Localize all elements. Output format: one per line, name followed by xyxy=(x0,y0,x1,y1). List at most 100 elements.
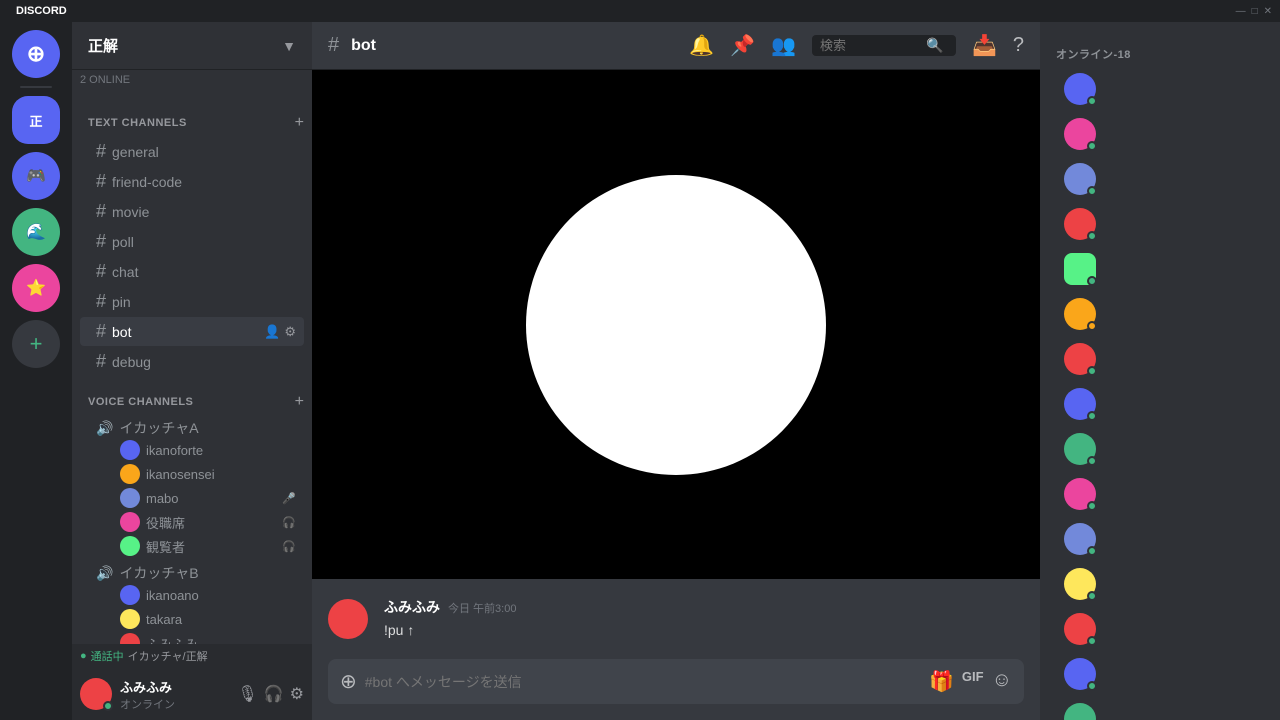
avatar xyxy=(1064,523,1096,555)
channel-poll[interactable]: # poll xyxy=(80,227,304,256)
member-item[interactable] xyxy=(1048,67,1272,111)
settings-icon[interactable]: ⚙ xyxy=(284,324,296,340)
avatar xyxy=(1064,208,1096,240)
voice-channel-header[interactable]: 🔊 イカッチャB xyxy=(96,563,296,583)
channel-header: # bot 🔔 📌 👥 🔍 📥 ? xyxy=(312,22,1040,70)
server-icon-add[interactable]: + xyxy=(12,320,60,368)
text-channels-header[interactable]: TEXT CHANNELS + xyxy=(72,98,312,136)
member-item[interactable] xyxy=(1048,517,1272,561)
member-item[interactable] xyxy=(1048,202,1272,246)
avatar xyxy=(1064,298,1096,330)
voice-member[interactable]: mabo 🎤 xyxy=(96,486,296,510)
voice-channels-header[interactable]: VOICE CHANNELS + xyxy=(72,377,312,415)
voice-member[interactable]: takara xyxy=(96,607,296,631)
member-item[interactable] xyxy=(1048,697,1272,720)
hash-icon: # xyxy=(96,201,106,222)
member-name: ikanosensei xyxy=(146,467,296,482)
bell-icon[interactable]: 🔔 xyxy=(689,33,714,58)
search-bar[interactable]: 🔍 xyxy=(812,35,956,56)
server-icon-2[interactable]: 🎮 xyxy=(12,152,60,200)
mic-button[interactable]: 🎙 xyxy=(237,684,257,704)
member-item[interactable] xyxy=(1048,382,1272,426)
search-input[interactable] xyxy=(820,38,920,53)
server-icon-4[interactable]: ⭐ xyxy=(12,264,60,312)
avatar xyxy=(1064,253,1096,285)
chevron-down-icon: ▼ xyxy=(282,38,296,54)
avatar xyxy=(1064,478,1096,510)
server-icon-main[interactable]: 正 xyxy=(12,96,60,144)
member-item[interactable] xyxy=(1048,337,1272,381)
message-content: ふみふみ 今日 午前3:00 !pu ↑ xyxy=(384,597,1024,641)
header-icons: 🔔 📌 👥 🔍 📥 ? xyxy=(689,33,1024,58)
voice-icon: 🔊 xyxy=(96,420,113,437)
message-username: ふみふみ xyxy=(384,597,440,617)
voice-member[interactable]: ikanoforte xyxy=(96,438,296,462)
message-text: !pu ↑ xyxy=(384,621,1024,641)
channel-movie[interactable]: # movie xyxy=(80,197,304,226)
deafen-icon: 🎧 xyxy=(282,516,296,529)
members-icon[interactable]: 👥 xyxy=(771,33,796,58)
channel-name: debug xyxy=(112,354,296,370)
settings-button[interactable]: ⚙ xyxy=(290,684,304,704)
avatar xyxy=(1064,388,1096,420)
voice-member[interactable]: 観覧者 🎧 xyxy=(96,534,296,558)
voice-status-text: 通話中 xyxy=(91,648,124,664)
plus-icon[interactable]: ⊕ xyxy=(340,659,357,704)
status-dot xyxy=(1087,501,1097,511)
channel-name: pin xyxy=(112,294,296,310)
server-list: ⊕ 正 🎮 🌊 ⭐ + xyxy=(0,22,72,720)
channel-general[interactable]: # general xyxy=(80,137,304,166)
voice-member[interactable]: 役職席 🎧 xyxy=(96,510,296,534)
status-dot xyxy=(1087,636,1097,646)
help-icon[interactable]: ? xyxy=(1013,34,1024,57)
channel-chat[interactable]: # chat xyxy=(80,257,304,286)
member-item[interactable] xyxy=(1048,607,1272,651)
add-voice-channel-button[interactable]: + xyxy=(295,393,304,411)
channel-pin[interactable]: # pin xyxy=(80,287,304,316)
member-item[interactable] xyxy=(1048,247,1272,291)
avatar xyxy=(1064,568,1096,600)
status-dot xyxy=(1087,96,1097,106)
voice-channel-header[interactable]: 🔊 イカッチャA xyxy=(96,418,296,438)
gift-icon[interactable]: 🎁 xyxy=(929,659,954,704)
channel-debug[interactable]: # debug xyxy=(80,347,304,376)
voice-member[interactable]: ikanoano xyxy=(96,583,296,607)
discord-home-icon[interactable]: ⊕ xyxy=(12,30,60,78)
message-input[interactable] xyxy=(365,663,921,701)
server-name: 正解 xyxy=(88,35,118,56)
pin-icon[interactable]: 📌 xyxy=(730,33,755,58)
emoji-icon[interactable]: ☺ xyxy=(992,659,1012,704)
voice-member[interactable]: ikanosensei xyxy=(96,462,296,486)
user-area: ● 通話中 イカッチャ/正解 ふみふみ オンライン 🎙 🎧 ⚙ xyxy=(72,644,312,720)
channel-friend-code[interactable]: # friend-code xyxy=(80,167,304,196)
chat-area xyxy=(312,70,1040,579)
member-item[interactable] xyxy=(1048,652,1272,696)
member-item[interactable] xyxy=(1048,292,1272,336)
gif-icon[interactable]: GIF xyxy=(962,659,984,704)
channel-hash-icon: # xyxy=(328,34,339,57)
member-name: 役職席 xyxy=(146,513,276,532)
close-button[interactable]: ✕ xyxy=(1264,6,1272,17)
status-dot xyxy=(1087,141,1097,151)
headset-button[interactable]: 🎧 xyxy=(264,684,284,704)
member-item[interactable] xyxy=(1048,562,1272,606)
member-item[interactable] xyxy=(1048,427,1272,471)
member-item[interactable] xyxy=(1048,472,1272,516)
channel-bot[interactable]: # bot 👤 ⚙ xyxy=(80,317,304,346)
voice-member[interactable]: ふみふみ xyxy=(96,631,296,644)
add-text-channel-button[interactable]: + xyxy=(295,114,304,132)
avatar xyxy=(120,440,140,460)
maximize-button[interactable]: □ xyxy=(1252,6,1258,17)
avatar xyxy=(120,536,140,556)
minimize-button[interactable]: — xyxy=(1236,6,1246,17)
status-dot xyxy=(1087,231,1097,241)
member-name: mabo xyxy=(146,491,276,506)
search-icon: 🔍 xyxy=(926,37,943,54)
server-icon-3[interactable]: 🌊 xyxy=(12,208,60,256)
members-icon[interactable]: 👤 xyxy=(264,324,280,340)
member-item[interactable] xyxy=(1048,157,1272,201)
avatar xyxy=(120,585,140,605)
inbox-icon[interactable]: 📥 xyxy=(972,33,997,58)
member-item[interactable] xyxy=(1048,112,1272,156)
server-header[interactable]: 正解 ▼ xyxy=(72,22,312,70)
